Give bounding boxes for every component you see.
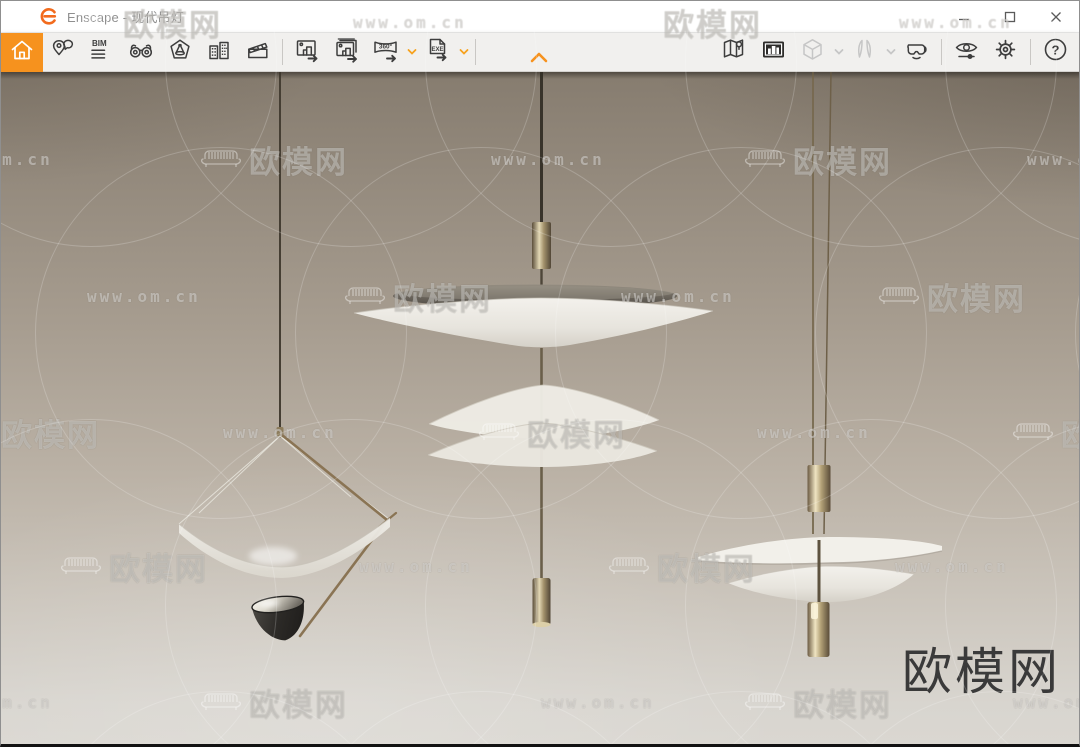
vr-headset-icon [903, 36, 930, 68]
enscape-objects-button[interactable] [160, 33, 199, 72]
panorama-360-icon: 360° [371, 36, 401, 69]
titlebar: Enscape - 现代吊灯 [1, 1, 1079, 33]
svg-text:?: ? [1052, 42, 1060, 57]
close-button[interactable] [1033, 1, 1079, 33]
right-pendant-lamp [697, 72, 943, 657]
exe-export-icon: EXE [424, 36, 452, 69]
enscape-logo-icon [39, 7, 59, 27]
white-mode-dropdown[interactable] [832, 33, 845, 72]
panorama-dropdown[interactable] [405, 33, 418, 72]
eye-slider-icon [953, 36, 980, 68]
fly-mode-dropdown[interactable] [884, 33, 897, 72]
exe-export-button[interactable]: EXE [418, 33, 457, 72]
render-viewport[interactable] [1, 72, 1079, 744]
video-editor-button[interactable] [238, 33, 277, 72]
batch-export-button[interactable] [327, 33, 366, 72]
chevron-down-icon [407, 43, 417, 61]
batch-image-export-icon [333, 36, 361, 69]
question-mark-icon: ? [1042, 36, 1069, 68]
vr-headset-button[interactable] [897, 33, 936, 72]
window-title: Enscape - 现代吊灯 [67, 10, 184, 25]
settings-button[interactable] [986, 33, 1025, 72]
toolbar-separator [475, 39, 476, 65]
tour-poi-button[interactable] [43, 33, 82, 72]
white-mode-button[interactable] [793, 33, 832, 72]
minimap-icon [721, 36, 748, 68]
center-pendant-lamp [353, 72, 714, 628]
home-button[interactable] [1, 32, 43, 72]
panorama-export-button[interactable]: 360° [366, 33, 405, 72]
image-export-icon [294, 36, 322, 69]
enscape-window: Enscape - 现代吊灯 BIM 360° EXE ? 欧模网 欧模网 ww… [0, 0, 1080, 747]
binoculars-icon [128, 37, 154, 68]
svg-text:EXE: EXE [431, 46, 443, 52]
map-pin-bubble-icon [50, 37, 76, 68]
exe-dropdown[interactable] [457, 33, 470, 72]
render-window-button[interactable] [754, 33, 793, 72]
render-frame-icon [760, 36, 787, 68]
buildings-icon [206, 37, 232, 68]
chevron-down-icon [834, 43, 844, 61]
collapse-toolbar-button[interactable] [528, 52, 550, 68]
pendant-lamps-render [178, 72, 943, 657]
chevron-down-icon [459, 43, 469, 61]
maximize-button[interactable] [987, 1, 1033, 33]
site-context-button[interactable] [199, 33, 238, 72]
left-pendant-lamp [178, 72, 398, 641]
toolbar-separator [1030, 39, 1031, 65]
chevron-up-icon [529, 51, 549, 69]
gear-icon [992, 36, 1019, 68]
minimize-button[interactable] [941, 1, 987, 33]
toolbar-separator [282, 39, 283, 65]
binoculars-button[interactable] [121, 33, 160, 72]
svg-text:360°: 360° [378, 42, 392, 50]
bim-list-icon: BIM [89, 37, 115, 68]
wings-icon [851, 36, 878, 68]
clapperboard-icon [245, 37, 271, 68]
cube-icon [799, 36, 826, 68]
cone-object-icon [167, 37, 193, 68]
chevron-down-icon [886, 43, 896, 61]
fly-mode-button[interactable] [845, 33, 884, 72]
toolbar: BIM 360° EXE ? [1, 32, 1079, 72]
bim-info-button[interactable]: BIM [82, 33, 121, 72]
home-icon [9, 37, 35, 68]
svg-text:BIM: BIM [92, 39, 107, 48]
minimap-button[interactable] [715, 33, 754, 72]
screenshot-export-button[interactable] [288, 33, 327, 72]
help-button[interactable]: ? [1036, 33, 1075, 72]
toolbar-separator [941, 39, 942, 65]
visual-settings-button[interactable] [947, 33, 986, 72]
